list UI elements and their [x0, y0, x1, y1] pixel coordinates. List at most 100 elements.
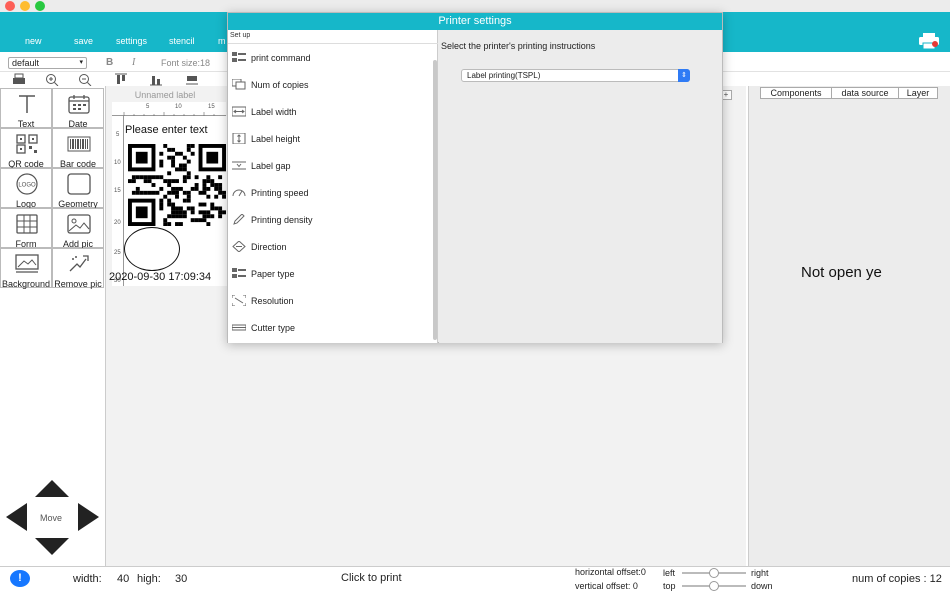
resolution-icon: [232, 295, 246, 306]
remove-pic-tool[interactable]: Remove pic: [52, 248, 104, 289]
high-value[interactable]: 30: [175, 573, 187, 585]
speedometer-icon: [232, 189, 246, 197]
ruler-v-label: 5: [116, 132, 120, 138]
logo-tool[interactable]: LOGO Logo: [0, 168, 52, 209]
tab-data-source[interactable]: data source: [831, 87, 899, 99]
zoom-out-icon[interactable]: [78, 73, 92, 86]
menu-save[interactable]: save: [74, 36, 93, 46]
settings-list: Set up print command Num of copies Label…: [228, 30, 438, 343]
add-pic-tool[interactable]: Add pic: [52, 208, 104, 249]
setting-label: Printing speed: [251, 188, 309, 198]
bold-button[interactable]: B: [106, 57, 113, 68]
setting-printing-speed[interactable]: Printing speed: [228, 180, 428, 206]
chevron-updown-icon: ⇕: [678, 69, 690, 82]
zoom-in-icon[interactable]: [45, 73, 59, 86]
geometry-tool[interactable]: Geometry: [52, 168, 104, 209]
print-instruction-select[interactable]: Label printing(TSPL) ⇕: [461, 69, 690, 82]
menu-settings[interactable]: settings: [116, 36, 147, 46]
width-value[interactable]: 40: [117, 573, 129, 585]
printer-settings-dialog: Printer settings Set up print command Nu…: [227, 12, 723, 343]
right-panel: [748, 86, 950, 566]
setting-label: Label width: [251, 107, 297, 117]
dialog-title: Printer settings: [228, 13, 722, 30]
menu-stencil[interactable]: stencil: [169, 36, 195, 46]
ruler-v-label: 10: [114, 160, 121, 166]
setting-label-width[interactable]: Label width: [228, 99, 428, 125]
setup-header: Set up: [230, 32, 251, 39]
setting-label: Label gap: [251, 161, 291, 171]
remove-pic-icon: [69, 255, 89, 272]
move-up-button[interactable]: [35, 480, 69, 497]
setting-cutter-type[interactable]: Cutter type: [228, 315, 428, 341]
ruler-h-label: 10: [175, 104, 182, 110]
cutter-icon: [232, 324, 246, 331]
setting-label: Printing density: [251, 215, 313, 225]
gap-icon: [232, 161, 246, 170]
font-size-label[interactable]: Font size:18: [161, 58, 210, 68]
close-window-button[interactable]: [5, 1, 15, 11]
setting-label: print command: [251, 53, 311, 63]
slider-knob[interactable]: [709, 581, 719, 591]
horizontal-offset-slider[interactable]: [682, 568, 746, 578]
window-titlebar: [0, 0, 950, 12]
bar-code-tool[interactable]: Bar code: [52, 128, 104, 169]
move-down-button[interactable]: [35, 538, 69, 555]
info-icon[interactable]: !: [10, 570, 30, 587]
text-icon: [19, 95, 35, 113]
align-center-icon[interactable]: [185, 73, 199, 86]
high-label: high:: [137, 573, 161, 585]
setting-label-gap[interactable]: Label gap: [228, 153, 428, 179]
direction-icon: [232, 241, 246, 252]
menu-more[interactable]: m: [218, 36, 226, 46]
setting-label: Label height: [251, 134, 301, 144]
canvas-ellipse[interactable]: [124, 227, 180, 271]
canvas-date-element[interactable]: 2020-09-30 17:09:34: [109, 271, 211, 283]
font-select[interactable]: default ▾: [8, 57, 87, 69]
print-preview-icon[interactable]: [12, 73, 26, 86]
left-label: left: [663, 568, 676, 578]
setting-printing-density[interactable]: Printing density: [228, 207, 428, 233]
horizontal-ruler: 5 10 15: [112, 102, 226, 116]
paper-type-icon: [232, 268, 246, 278]
minimize-window-button[interactable]: [20, 1, 30, 11]
text-tool[interactable]: Text: [0, 88, 52, 129]
setting-print-command[interactable]: print command: [228, 45, 428, 71]
align-top-icon[interactable]: [114, 73, 128, 86]
move-label: Move: [40, 513, 63, 523]
setting-label-height[interactable]: Label height: [228, 126, 428, 152]
slider-knob[interactable]: [709, 568, 719, 578]
move-right-button[interactable]: [78, 503, 99, 531]
date-tool[interactable]: Date: [52, 88, 104, 129]
horizontal-offset-label: horizontal offset:0: [575, 567, 646, 577]
zoom-window-button[interactable]: [35, 1, 45, 11]
list-icon: [232, 52, 246, 62]
align-bottom-icon[interactable]: [149, 73, 163, 86]
form-tool[interactable]: Form: [0, 208, 52, 249]
printer-icon[interactable]: [918, 33, 940, 49]
tab-layer[interactable]: Layer: [898, 87, 938, 99]
tab-components[interactable]: Components: [760, 87, 832, 99]
setting-num-of-copies[interactable]: Num of copies: [228, 72, 428, 98]
canvas-text-element[interactable]: Please enter text: [125, 124, 208, 136]
ruler-v-label: 25: [114, 250, 121, 256]
qr-code-tool[interactable]: QR code: [0, 128, 52, 169]
divider: [228, 43, 438, 44]
instruction-text: Select the printer's printing instructio…: [441, 41, 596, 51]
vertical-offset-slider[interactable]: [682, 581, 746, 591]
num-of-copies[interactable]: num of copies : 12: [852, 573, 942, 585]
menu-new[interactable]: new: [25, 36, 42, 46]
ruler-v-label: 15: [114, 188, 121, 194]
canvas-qr-code[interactable]: [128, 144, 226, 226]
label-tab[interactable]: Unnamed label: [106, 88, 224, 102]
setting-paper-type[interactable]: Paper type: [228, 261, 428, 287]
ruler-h-label: 5: [146, 104, 150, 110]
background-tool[interactable]: Background: [0, 248, 52, 289]
ruler-v-label: 20: [114, 220, 121, 226]
italic-button[interactable]: I: [132, 57, 135, 68]
list-scrollbar[interactable]: [433, 60, 437, 340]
move-left-button[interactable]: [6, 503, 27, 531]
ruler-h-label: 15: [208, 104, 215, 110]
setting-direction[interactable]: Direction: [228, 234, 428, 260]
setting-resolution[interactable]: Resolution: [228, 288, 428, 314]
click-to-print-button[interactable]: Click to print: [341, 572, 402, 584]
